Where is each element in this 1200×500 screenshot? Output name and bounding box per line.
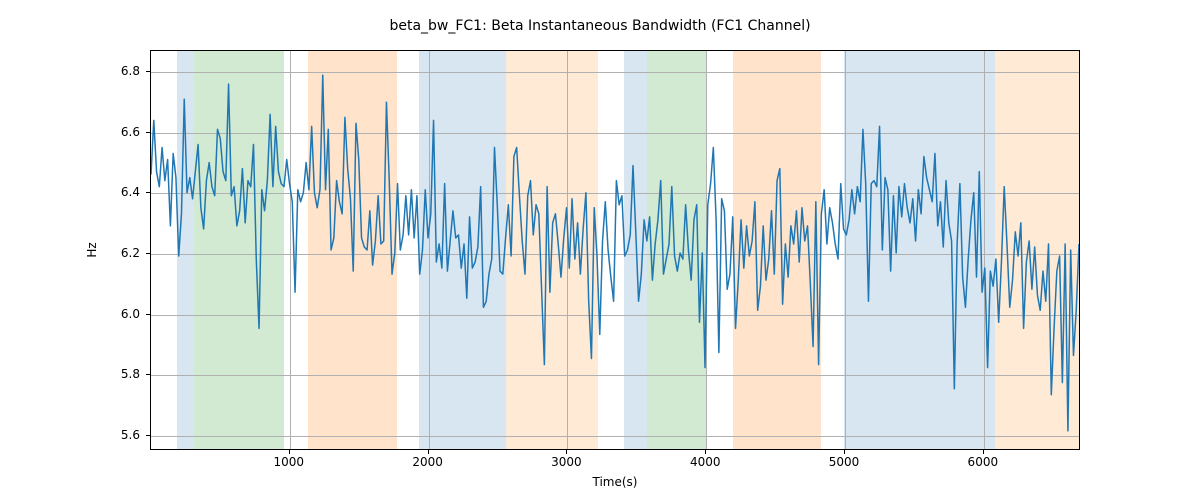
y-tick-label: 6.2 bbox=[121, 246, 140, 260]
y-tickmark bbox=[146, 374, 150, 375]
y-tickmark bbox=[146, 132, 150, 133]
y-tick-label: 6.0 bbox=[121, 307, 140, 321]
x-tick-label: 5000 bbox=[829, 455, 860, 469]
y-tick-label: 6.4 bbox=[121, 185, 140, 199]
x-tick-label: 4000 bbox=[690, 455, 721, 469]
x-tickmark bbox=[566, 450, 567, 454]
y-tickmark bbox=[146, 71, 150, 72]
plot-area bbox=[150, 50, 1080, 450]
y-tickmark bbox=[146, 314, 150, 315]
chart-title: beta_bw_FC1: Beta Instantaneous Bandwidt… bbox=[0, 18, 1200, 34]
y-tickmark bbox=[146, 192, 150, 193]
x-tickmark bbox=[844, 450, 845, 454]
x-tick-label: 1000 bbox=[274, 455, 305, 469]
y-tick-label: 6.6 bbox=[121, 125, 140, 139]
figure: beta_bw_FC1: Beta Instantaneous Bandwidt… bbox=[0, 0, 1200, 500]
y-tickmark bbox=[146, 253, 150, 254]
x-tick-label: 3000 bbox=[551, 455, 582, 469]
y-axis-label: Hz bbox=[85, 242, 99, 257]
x-tick-label: 6000 bbox=[968, 455, 999, 469]
x-tickmark bbox=[289, 450, 290, 454]
x-tickmark bbox=[983, 450, 984, 454]
y-tick-label: 6.8 bbox=[121, 64, 140, 78]
y-tickmark bbox=[146, 435, 150, 436]
data-line bbox=[151, 51, 1079, 449]
x-tickmark bbox=[428, 450, 429, 454]
x-tick-label: 2000 bbox=[412, 455, 443, 469]
x-tickmark bbox=[705, 450, 706, 454]
y-tick-label: 5.6 bbox=[121, 428, 140, 442]
x-axis-label: Time(s) bbox=[150, 475, 1080, 489]
y-tick-label: 5.8 bbox=[121, 367, 140, 381]
